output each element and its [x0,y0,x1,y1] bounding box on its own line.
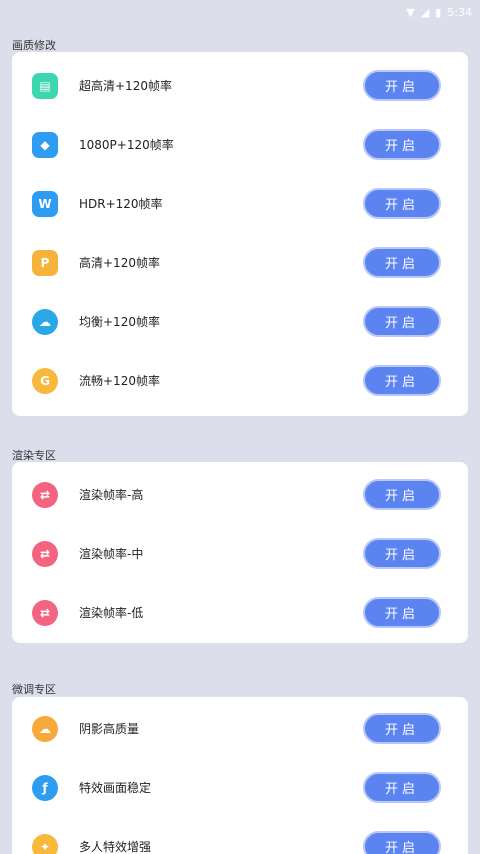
enable-button[interactable]: 开启 [363,772,441,803]
enable-button[interactable]: 开启 [363,365,441,396]
item-label: 流畅+120帧率 [79,374,160,388]
enable-button[interactable]: 开启 [363,188,441,219]
item-label: 渲染帧率-高 [79,488,144,502]
enable-button[interactable]: 开启 [363,129,441,160]
enable-button[interactable]: 开启 [363,538,441,569]
signal-icon: ◢ [420,5,430,19]
list-item: ✦ 多人特效增强 开启 [12,817,468,854]
battery-icon: ▮ [435,5,442,19]
wifi-icon: ▼ [406,5,415,19]
item-label: 特效画面稳定 [79,781,152,795]
item-label: 渲染帧率-中 [79,547,144,561]
p-letter-icon: P [32,249,58,276]
status-time: 5:34 [447,5,472,19]
g-letter-icon: G [32,367,58,394]
enable-button[interactable]: 开启 [363,70,441,101]
section-title-quality: 画质修改 [12,39,56,52]
render-icon: ⇄ [32,540,58,567]
item-label: 阴影高质量 [79,722,140,736]
list-item: P 高清+120帧率 开启 [12,233,468,292]
render-icon: ⇄ [32,481,58,508]
item-label: 渲染帧率-低 [79,606,144,620]
list-item: ⇄ 渲染帧率-低 开启 [12,583,468,642]
list-item: ⇄ 渲染帧率-高 开启 [12,465,468,524]
section-title-render: 渲染专区 [12,449,56,462]
render-icon: ⇄ [32,599,58,626]
spark-icon: ✦ [32,833,58,854]
item-label: HDR+120帧率 [79,197,163,211]
list-item: G 流畅+120帧率 开启 [12,351,468,410]
list-item: ƒ 特效画面稳定 开启 [12,758,468,817]
item-label: 多人特效增强 [79,840,152,854]
enable-button[interactable]: 开启 [363,306,441,337]
quality-card: ▤ 超高清+120帧率 开启 ◆ 1080P+120帧率 开启 W HDR+12… [12,52,468,416]
feather-icon: ƒ [32,774,58,801]
enable-button[interactable]: 开启 [363,713,441,744]
cloud-sun-icon: ☁ [32,715,58,742]
layers-icon: ◆ [32,131,58,158]
enable-button[interactable]: 开启 [363,597,441,628]
list-item: W HDR+120帧率 开启 [12,174,468,233]
item-label: 均衡+120帧率 [79,315,160,329]
section-title-tuning: 微调专区 [12,683,56,696]
status-bar: ▼ ◢ ▮ 5:34 [0,0,480,24]
render-card: ⇄ 渲染帧率-高 开启 ⇄ 渲染帧率-中 开启 ⇄ 渲染帧率-低 开启 [12,462,468,643]
list-item: ☁ 阴影高质量 开启 [12,699,468,758]
item-label: 1080P+120帧率 [79,138,174,152]
tuning-card: ☁ 阴影高质量 开启 ƒ 特效画面稳定 开启 ✦ 多人特效增强 开启 [12,697,468,854]
w-letter-icon: W [32,190,58,217]
list-item: ⇄ 渲染帧率-中 开启 [12,524,468,583]
item-label: 超高清+120帧率 [79,79,172,93]
enable-button[interactable]: 开启 [363,247,441,278]
item-label: 高清+120帧率 [79,256,160,270]
enable-button[interactable]: 开启 [363,831,441,854]
enable-button[interactable]: 开启 [363,479,441,510]
tablet-icon: ▤ [32,72,58,99]
list-item: ☁ 均衡+120帧率 开启 [12,292,468,351]
cloud-icon: ☁ [32,308,58,335]
list-item: ◆ 1080P+120帧率 开启 [12,115,468,174]
list-item: ▤ 超高清+120帧率 开启 [12,56,468,115]
